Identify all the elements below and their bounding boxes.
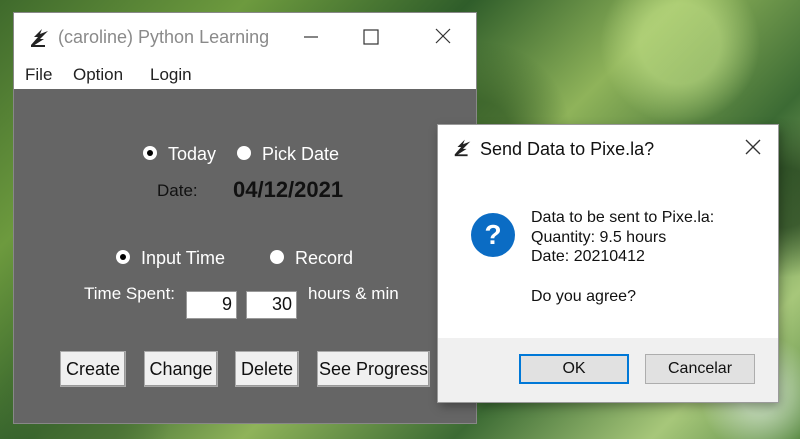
input-time-label: Input Time bbox=[141, 248, 226, 268]
create-button[interactable]: Create bbox=[60, 351, 126, 387]
dialog-title: Send Data to Pixe.la? bbox=[480, 139, 655, 159]
see-progress-button[interactable]: See Progress bbox=[317, 351, 430, 387]
svg-text:?: ? bbox=[484, 219, 501, 250]
app-feather-icon bbox=[31, 29, 48, 47]
maximize-icon[interactable] bbox=[356, 23, 386, 51]
today-label: Today bbox=[168, 144, 217, 164]
main-window-title: (caroline) Python Learning bbox=[58, 27, 270, 47]
confirm-dialog: Send Data to Pixe.la? ? Data to be sent … bbox=[438, 125, 778, 402]
question-icon: ? bbox=[471, 213, 515, 257]
dialog-footer: OK Cancelar bbox=[438, 338, 778, 402]
menu-login[interactable]: Login bbox=[150, 65, 192, 85]
minimize-icon[interactable] bbox=[296, 23, 326, 51]
hours-input[interactable]: 9 bbox=[186, 291, 237, 319]
time-spent-label: Time Spent: bbox=[84, 284, 176, 303]
minutes-input[interactable]: 30 bbox=[246, 291, 297, 319]
message-line: Data to be sent to Pixe.la: bbox=[531, 209, 715, 226]
radio-record[interactable] bbox=[270, 250, 284, 264]
message-line: Date: 20210412 bbox=[531, 248, 645, 265]
change-button[interactable]: Change bbox=[144, 351, 218, 387]
main-titlebar[interactable]: (caroline) Python Learning bbox=[14, 13, 476, 61]
date-value: 04/12/2021 bbox=[233, 177, 344, 202]
pick-date-label: Pick Date bbox=[262, 144, 340, 164]
radio-today[interactable] bbox=[143, 146, 157, 160]
delete-button[interactable]: Delete bbox=[235, 351, 299, 387]
radio-pick-date[interactable] bbox=[237, 146, 251, 160]
main-window: (caroline) Python Learning File Option L… bbox=[14, 13, 476, 423]
ok-button[interactable]: OK bbox=[519, 354, 629, 384]
date-label: Date: bbox=[157, 181, 198, 200]
close-icon[interactable] bbox=[428, 23, 458, 51]
menu-file[interactable]: File bbox=[25, 65, 52, 85]
cancel-button[interactable]: Cancelar bbox=[645, 354, 755, 384]
radio-input-time[interactable] bbox=[116, 250, 130, 264]
record-label: Record bbox=[295, 248, 354, 268]
app-feather-icon bbox=[454, 139, 471, 157]
message-line: Do you agree? bbox=[531, 288, 636, 305]
unit-label: hours & min bbox=[308, 284, 399, 303]
message-line: Quantity: 9.5 hours bbox=[531, 229, 667, 246]
close-icon[interactable] bbox=[743, 137, 763, 157]
menu-option[interactable]: Option bbox=[73, 65, 123, 85]
menubar: File Option Login bbox=[14, 61, 476, 89]
